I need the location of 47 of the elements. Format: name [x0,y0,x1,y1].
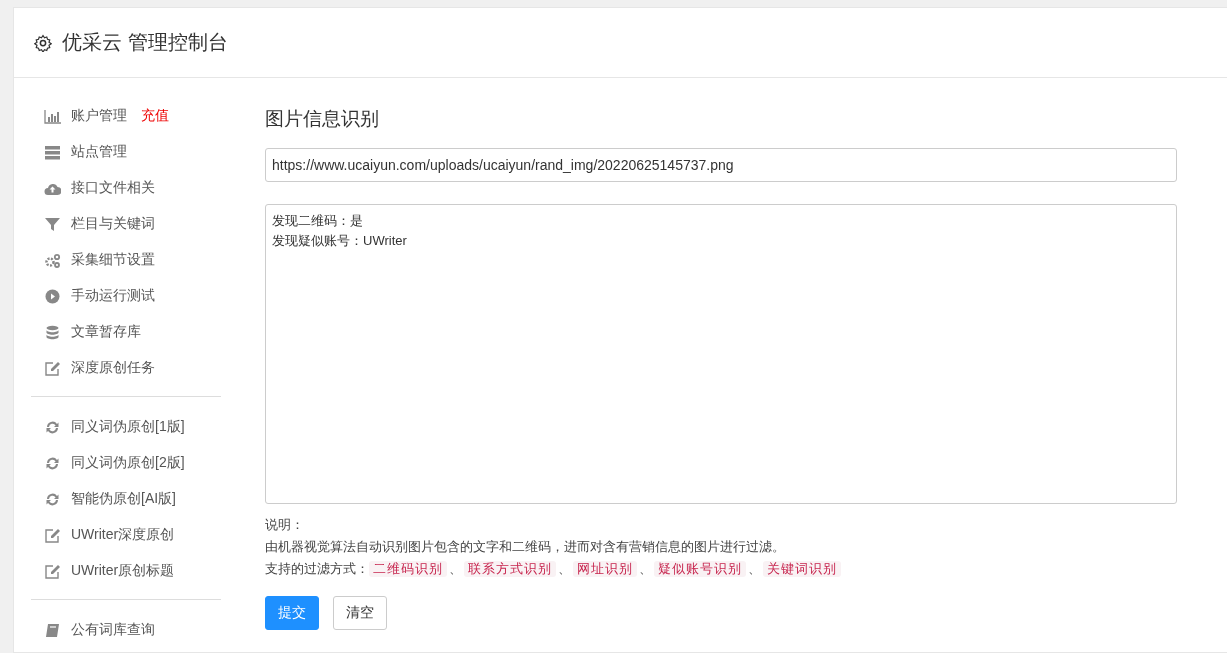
menu-label[interactable]: 同义词伪原创[1版] [71,418,185,436]
settings-icon [34,33,52,52]
filter-method-tag: 二维码识别 [369,561,447,577]
menu-label[interactable]: 站点管理 [71,143,127,161]
menu-label[interactable]: 采集细节设置 [71,251,155,269]
url-field[interactable]: https://www.ucaiyun.com/uploads/ucaiyun/rand_img/20220625145737.png [265,148,1177,182]
filter-method-tag: 网址识别 [573,561,637,577]
result-line: 发现疑似账号：UWriter [272,232,408,251]
clear-button[interactable]: 清空 [333,596,387,630]
menu-label[interactable]: 公有词库查询 [71,621,155,639]
menu-label[interactable]: 栏目与关键词 [71,215,155,233]
edit-icon [44,360,61,376]
refresh-icon [44,455,61,471]
menu-label[interactable]: 接口文件相关 [71,179,155,197]
separator-mark: 、 [639,562,652,576]
edit-icon [44,527,61,543]
bar-chart-icon [44,108,61,124]
menu-label[interactable]: 手动运行测试 [71,287,155,305]
notes-title: 说明： [265,517,305,534]
section-heading: 图片信息识别 [265,107,380,131]
methods-label: 支持的过滤方式： [265,562,369,576]
menu-label[interactable]: 文章暂存库 [71,323,141,341]
menu-label[interactable]: 账户管理 [71,107,127,125]
recharge-link[interactable]: 充值 [141,107,169,125]
filter-icon [44,216,61,232]
menu-label[interactable]: 智能伪原创[AI版] [71,490,176,508]
menu-label[interactable]: 深度原创任务 [71,359,155,377]
menu-label[interactable]: UWriter深度原创 [71,526,175,544]
result-area[interactable]: 发现二维码：是 发现疑似账号：UWriter [265,204,1177,504]
filter-method-tag: 关键词识别 [763,561,841,577]
console-title: 优采云 管理控制台 [62,30,228,55]
server-icon [44,144,61,160]
filter-method-tag: 联系方式识别 [464,561,556,577]
result-line: 发现二维码：是 [272,212,364,230]
book-icon [44,622,61,638]
database-icon [44,324,61,340]
notes-description: 由机器视觉算法自动识别图片包含的文字和二维码，进而对含有营销信息的图片进行过滤。 [265,539,786,556]
play-icon [44,288,61,304]
edit-icon [44,563,61,579]
filter-method-tag: 疑似账号识别 [654,561,746,577]
separator-mark: 、 [449,562,462,576]
menu-label[interactable]: UWriter原创标题 [71,562,175,580]
refresh-icon [44,491,61,507]
separator-mark: 、 [558,562,571,576]
refresh-icon [44,419,61,435]
menu-label[interactable]: 同义词伪原创[2版] [71,454,185,472]
separator-mark: 、 [748,562,761,576]
